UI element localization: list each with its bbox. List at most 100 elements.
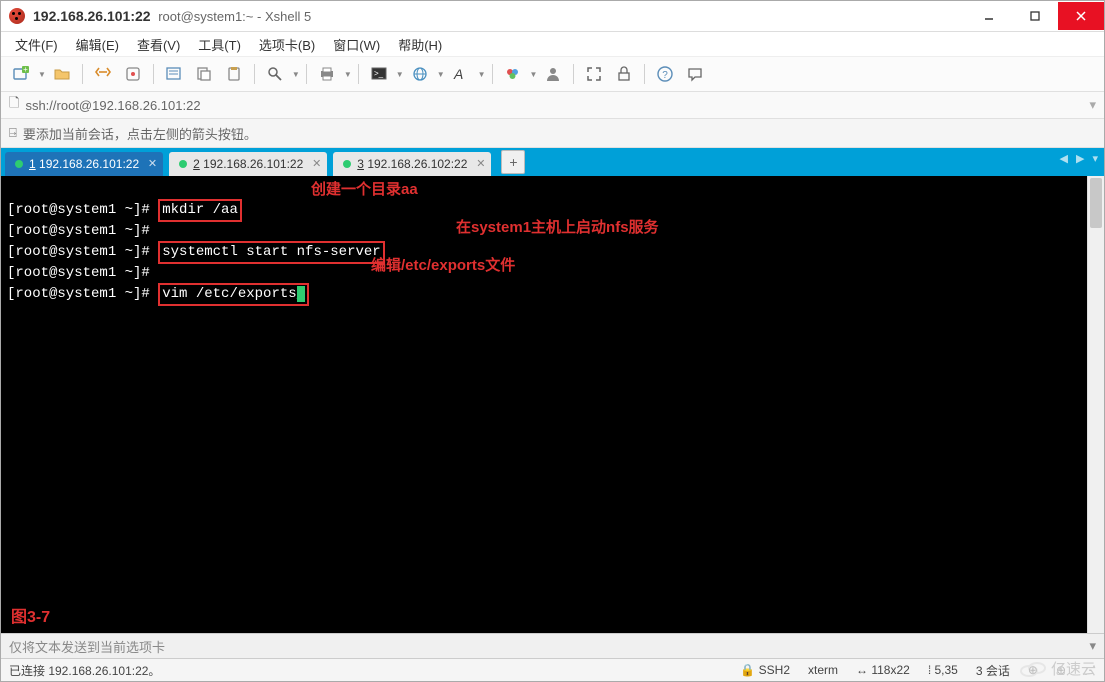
status-proto: 🔒 SSH2 [740, 663, 790, 677]
lock-icon[interactable] [610, 61, 638, 87]
chevron-down-icon[interactable]: ▼ [344, 70, 352, 79]
figure-label: 图3-7 [11, 608, 50, 627]
status-termtype: xterm [808, 663, 838, 677]
find-icon[interactable] [261, 61, 289, 87]
address-url[interactable]: ssh://root@192.168.26.101:22 [25, 98, 1083, 113]
terminal-icon[interactable]: >_ [365, 61, 393, 87]
cmd-mkdir: mkdir /aa [158, 199, 242, 222]
status-size: ↔ 118x22 [856, 663, 910, 677]
globe-icon[interactable] [406, 61, 434, 87]
prompt: [root@system1 ~]# [7, 223, 150, 239]
send-bar-text: 仅将文本发送到当前选项卡 [9, 637, 165, 656]
disconnect-icon[interactable] [119, 61, 147, 87]
address-bar: 🗋 ssh://root@192.168.26.101:22 ▾ [1, 92, 1104, 119]
chevron-down-icon[interactable]: ▼ [292, 70, 300, 79]
prompt: [root@system1 ~]# [7, 286, 150, 302]
bookmark-add-icon[interactable]: ⍈ [9, 125, 17, 141]
menu-help[interactable]: 帮助(H) [398, 35, 442, 54]
status-dot-icon [15, 160, 23, 168]
chevron-down-icon[interactable]: ▼ [396, 70, 404, 79]
close-tab-icon[interactable]: ✕ [312, 157, 321, 170]
open-folder-icon[interactable] [48, 61, 76, 87]
svg-text:>_: >_ [374, 69, 384, 78]
menu-window[interactable]: 窗口(W) [333, 35, 380, 54]
divider [254, 64, 255, 84]
fullscreen-icon[interactable] [580, 61, 608, 87]
title-ip: 192.168.26.101:22 [33, 8, 151, 24]
session-tab-3[interactable]: 3 192.168.26.102:22 ✕ [333, 152, 491, 176]
scrollbar-thumb[interactable] [1090, 178, 1102, 228]
divider [358, 64, 359, 84]
cmd-systemctl: systemctl start nfs-server [158, 241, 384, 264]
copy-icon[interactable] [190, 61, 218, 87]
protocol-icon: 🗋 [9, 94, 19, 116]
divider [82, 64, 83, 84]
close-tab-icon[interactable]: ✕ [148, 157, 157, 170]
toolbar: + ▼ ▼ ▼ >_ ▼ ▼ A ▼ ▼ ? [1, 57, 1104, 92]
hint-bar: ⍈ 要添加当前会话，点击左侧的箭头按钮。 [1, 119, 1104, 148]
help-icon[interactable]: ? [651, 61, 679, 87]
tab-label: 2 192.168.26.101:22 [193, 157, 303, 171]
font-icon[interactable]: A [447, 61, 475, 87]
tab-bar: 1 192.168.26.101:22 ✕ 2 192.168.26.101:2… [1, 148, 1104, 176]
status-pos: ⁞ 5,35 [928, 663, 958, 677]
divider [306, 64, 307, 84]
chat-icon[interactable] [681, 61, 709, 87]
svg-text:+: + [23, 65, 28, 74]
app-icon [9, 8, 25, 24]
tab-nav: ◀ ▶ ▾ [1060, 152, 1098, 165]
new-session-icon[interactable]: + [7, 61, 35, 87]
chevron-down-icon[interactable]: ▼ [530, 70, 538, 79]
num-icon: ⊕ [1056, 663, 1066, 677]
menu-edit[interactable]: 编辑(E) [76, 35, 119, 54]
status-connection: 已连接 192.168.26.101:22。 [9, 662, 160, 679]
prompt: [root@system1 ~]# [7, 202, 150, 218]
send-bar[interactable]: 仅将文本发送到当前选项卡 ▾ [1, 633, 1104, 659]
properties-icon[interactable] [160, 61, 188, 87]
minimize-button[interactable] [966, 2, 1012, 30]
prompt: [root@system1 ~]# [7, 244, 150, 260]
chevron-down-icon[interactable]: ▾ [1089, 638, 1096, 654]
chevron-down-icon[interactable]: ▼ [437, 70, 445, 79]
session-tab-2[interactable]: 2 192.168.26.101:22 ✕ [169, 152, 327, 176]
status-sessions: 3 会话 [976, 662, 1010, 679]
tab-label: 3 192.168.26.102:22 [357, 157, 467, 171]
session-tab-1[interactable]: 1 192.168.26.101:22 ✕ [5, 152, 163, 176]
menu-file[interactable]: 文件(F) [15, 35, 58, 54]
menu-tabs[interactable]: 选项卡(B) [259, 35, 315, 54]
color-scheme-icon[interactable] [499, 61, 527, 87]
tab-next-icon[interactable]: ▶ [1076, 152, 1084, 165]
title-rest: root@system1:~ - Xshell 5 [155, 9, 312, 24]
annotation-3: 编辑/etc/exports文件 [371, 256, 515, 275]
annotation-2: 在system1主机上启动nfs服务 [456, 218, 659, 237]
menubar: 文件(F) 编辑(E) 查看(V) 工具(T) 选项卡(B) 窗口(W) 帮助(… [1, 32, 1104, 57]
terminal[interactable]: [root@system1 ~]# mkdir /aa [root@system… [1, 176, 1104, 633]
chevron-down-icon[interactable]: ▼ [38, 70, 46, 79]
caps-icon: ⊕ [1028, 663, 1038, 677]
titlebar: 192.168.26.101:22 root@system1:~ - Xshel… [1, 1, 1104, 32]
print-icon[interactable] [313, 61, 341, 87]
prompt: [root@system1 ~]# [7, 265, 150, 281]
chevron-down-icon[interactable]: ▾ [1089, 97, 1096, 113]
svg-text:A: A [453, 66, 463, 82]
paste-icon[interactable] [220, 61, 248, 87]
user-icon[interactable] [539, 61, 567, 87]
tab-list-icon[interactable]: ▾ [1092, 152, 1098, 165]
reconnect-icon[interactable] [89, 61, 117, 87]
chevron-down-icon[interactable]: ▼ [478, 70, 486, 79]
divider [573, 64, 574, 84]
scrollbar-vertical[interactable] [1087, 176, 1104, 633]
add-tab-button[interactable]: + [501, 150, 525, 174]
cmd-vim: vim /etc/exports_ [158, 283, 309, 306]
menu-tools[interactable]: 工具(T) [198, 35, 241, 54]
status-dot-icon [179, 160, 187, 168]
menu-view[interactable]: 查看(V) [137, 35, 180, 54]
status-dot-icon [343, 160, 351, 168]
divider [153, 64, 154, 84]
tab-prev-icon[interactable]: ◀ [1060, 152, 1068, 165]
close-button[interactable] [1058, 2, 1104, 30]
tab-label: 1 192.168.26.101:22 [29, 157, 139, 171]
close-tab-icon[interactable]: ✕ [476, 157, 485, 170]
resize-grip-icon[interactable]: ⋰ [1084, 663, 1096, 677]
maximize-button[interactable] [1012, 2, 1058, 30]
